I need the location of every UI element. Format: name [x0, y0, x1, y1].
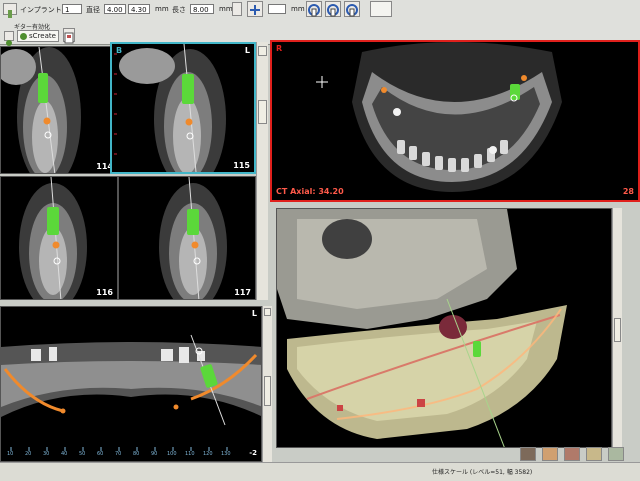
length-label: 長さ — [172, 6, 186, 14]
rotate-right-icon[interactable] — [325, 1, 341, 17]
panoramic-view[interactable]: L -2 10 20 30 40 50 60 70 80 90 100 110 … — [0, 306, 262, 462]
cross-section-image-114 — [1, 47, 81, 173]
ruler-tick: 130 — [221, 451, 231, 457]
cross-section-117[interactable]: 117 — [118, 176, 256, 300]
axial-caption: CT Axial: 34.20 — [276, 187, 344, 196]
ruler-tick: 20 — [25, 451, 32, 457]
implant-tool-icon[interactable] — [3, 3, 17, 18]
ruler-tick: 60 — [97, 451, 104, 457]
options-box[interactable] — [370, 1, 392, 17]
cross-section-116[interactable]: 116 — [0, 176, 118, 300]
axial-view[interactable]: R CT Axial: 34.20 28 — [270, 40, 640, 202]
cross-section-image-116 — [19, 177, 87, 299]
cross-section-image-115 — [114, 44, 226, 172]
scroll-thumb[interactable] — [258, 100, 267, 124]
cross-section-115[interactable]: B L 115 — [110, 42, 256, 174]
toggle-icon[interactable] — [4, 31, 14, 46]
view-preset-bar — [518, 446, 638, 462]
status-bar: 仕様スケール (レベル=51, 幅 3582) — [0, 462, 640, 481]
implant-label: インプラント — [20, 6, 62, 14]
diameter-label: 直径 — [86, 6, 100, 14]
scale-value: -2 — [249, 449, 257, 457]
zoom-icon[interactable] — [258, 46, 267, 56]
create-icon — [20, 33, 27, 40]
ruler-tick: 110 — [185, 451, 195, 457]
main-toolbar: インプラント 1 直径 4.00 4.30 mm 長さ 8.00 mm mm ギ… — [0, 0, 640, 46]
corner-number: 28 — [622, 187, 634, 196]
pane-side-label: L — [244, 46, 250, 55]
ruler-tick: 80 — [133, 451, 140, 457]
head-view-icon[interactable] — [520, 447, 536, 461]
length-unit-label: mm — [219, 5, 233, 13]
zoom-icon[interactable] — [264, 308, 271, 316]
implant-number-field[interactable]: 1 — [62, 4, 82, 14]
status-text: 仕様スケール (レベル=51, 幅 3582) — [432, 469, 533, 476]
axial-image — [316, 42, 562, 192]
stepper-unit-label: mm — [291, 5, 305, 13]
pane-side-label: L — [251, 309, 257, 318]
stepper-field[interactable] — [268, 4, 286, 14]
dropdown-arrow-icon[interactable] — [232, 2, 242, 16]
diameter-field-2[interactable]: 4.30 — [128, 4, 150, 14]
scroll-thumb[interactable] — [614, 318, 621, 342]
length-field[interactable]: 8.00 — [190, 4, 214, 14]
volume-scrollbar[interactable] — [612, 208, 622, 448]
pane-tag: R — [276, 44, 283, 53]
ruler-tick: 120 — [203, 451, 213, 457]
cross-section-scrollbar[interactable] — [256, 42, 268, 300]
ruler-tick: 70 — [115, 451, 122, 457]
volume-3d-view[interactable] — [276, 208, 612, 448]
pane-tag: B — [116, 46, 123, 55]
diameter-field-1[interactable]: 4.00 — [104, 4, 126, 14]
ruler: 10 20 30 40 50 60 70 80 90 100 110 120 1… — [1, 451, 241, 461]
create-button[interactable]: sCreate — [17, 30, 59, 42]
ruler-tick: 30 — [43, 451, 50, 457]
diameter-unit-label: mm — [155, 5, 169, 13]
panoramic-scrollbar[interactable] — [262, 306, 272, 462]
ruler-tick: 90 — [151, 451, 158, 457]
slice-number: 116 — [96, 288, 113, 297]
bone-view-icon[interactable] — [586, 447, 602, 461]
axis-adjust-icon[interactable] — [247, 1, 263, 17]
slice-number: 115 — [233, 161, 250, 170]
volume-3d-image — [277, 209, 567, 447]
jaw-view-icon[interactable] — [564, 447, 580, 461]
ruler-tick: 100 — [167, 451, 177, 457]
panoramic-image — [1, 334, 261, 451]
ruler-tick: 40 — [61, 451, 68, 457]
ruler-tick: 10 — [7, 451, 14, 457]
rotate-left-icon[interactable] — [306, 1, 322, 17]
create-label: sCreate — [29, 32, 56, 40]
implant-view-icon[interactable] — [608, 447, 624, 461]
tilt-icon[interactable] — [344, 1, 360, 17]
cross-section-114[interactable]: 114 — [0, 46, 118, 174]
cross-section-image-117 — [159, 177, 227, 299]
scroll-thumb[interactable] — [264, 376, 271, 406]
skull-view-icon[interactable] — [542, 447, 558, 461]
document-icon[interactable] — [63, 28, 75, 44]
ruler-tick: 50 — [79, 451, 86, 457]
slice-number: 117 — [234, 288, 251, 297]
